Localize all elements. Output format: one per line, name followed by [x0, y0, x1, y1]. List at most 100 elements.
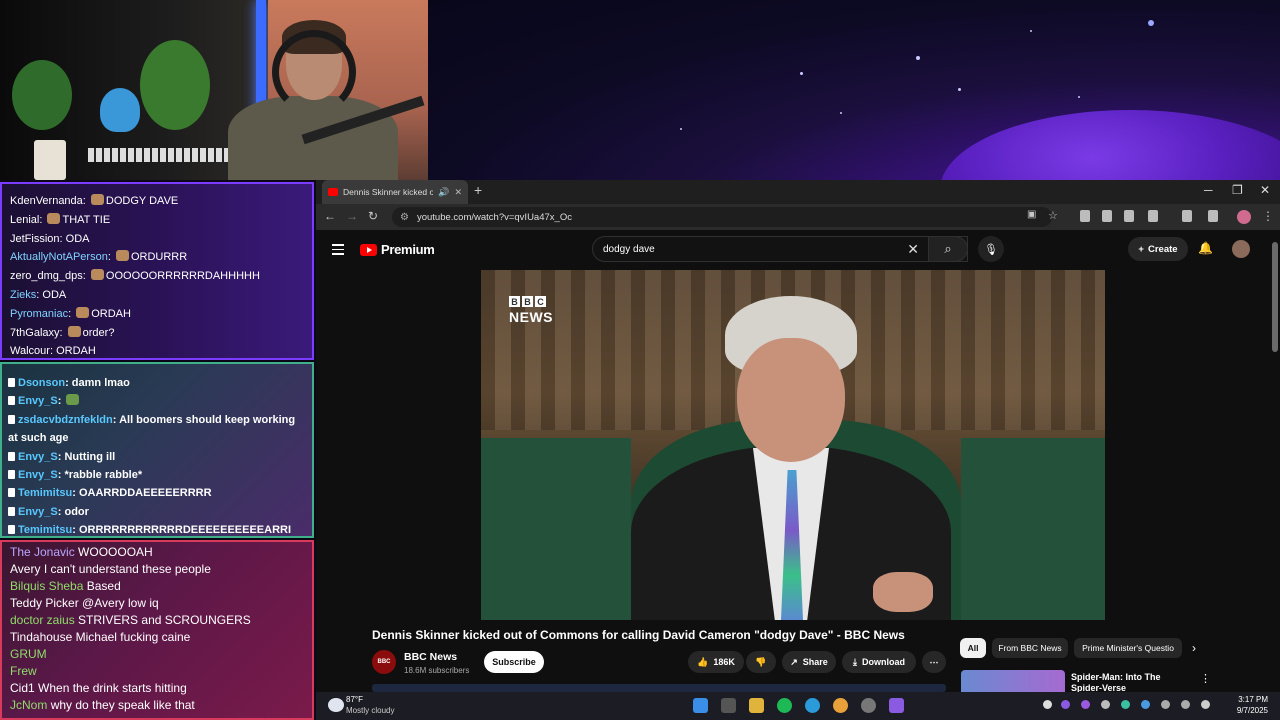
- extension-icon[interactable]: [1124, 210, 1134, 222]
- obs-icon[interactable]: [861, 698, 876, 713]
- clock-time[interactable]: 3:17 PM: [1238, 695, 1268, 704]
- profile-avatar[interactable]: [1237, 210, 1251, 224]
- tray-chevron-icon[interactable]: [1043, 700, 1052, 709]
- channel-avatar[interactable]: BBC: [372, 650, 396, 674]
- chat-username[interactable]: Frew: [10, 664, 37, 678]
- chat-username[interactable]: JcNom: [10, 698, 47, 712]
- twitch-tray-icon[interactable]: [1061, 700, 1070, 709]
- dislike-button[interactable]: 👎: [746, 651, 776, 673]
- clock-date[interactable]: 9/7/2025: [1237, 706, 1268, 715]
- chip-from-bbc-news[interactable]: From BBC News: [992, 638, 1068, 658]
- weather-cloud-icon[interactable]: [328, 698, 344, 712]
- notifications-bell-icon[interactable]: 🔔: [1198, 241, 1213, 255]
- spotify-icon[interactable]: [777, 698, 792, 713]
- chip-pmq[interactable]: Prime Minister's Questio: [1074, 638, 1182, 658]
- chat-username[interactable]: Pyromaniac: [10, 308, 68, 320]
- maximize-icon[interactable]: ❐: [1232, 183, 1243, 197]
- extensions-puzzle-icon[interactable]: [1148, 210, 1158, 222]
- chat-separator: :: [72, 487, 79, 500]
- chat-username[interactable]: Envy_S: [18, 395, 58, 407]
- hamburger-menu-icon[interactable]: [332, 244, 344, 258]
- steam-tray-icon[interactable]: [1101, 700, 1110, 709]
- tray-icon[interactable]: [1081, 700, 1090, 709]
- site-info-icon[interactable]: ⚙: [400, 212, 409, 223]
- chrome-icon[interactable]: [833, 698, 848, 713]
- tray-icon[interactable]: [1141, 700, 1150, 709]
- voice-search-button[interactable]: 🎙: [978, 236, 1004, 262]
- weather-summary[interactable]: Mostly cloudy: [346, 706, 394, 715]
- chat-username[interactable]: doctor zaius: [10, 613, 75, 627]
- weather-temp[interactable]: 87°F: [346, 695, 363, 704]
- video-player[interactable]: BBC NEWS: [481, 270, 1105, 620]
- start-windows-icon[interactable]: [693, 698, 708, 713]
- chat-username[interactable]: zero_dmg_dps: [10, 270, 83, 282]
- close-window-icon[interactable]: ✕: [1260, 183, 1270, 197]
- chat-username[interactable]: Envy_S: [18, 469, 58, 481]
- chat-username[interactable]: Tindahouse: [10, 630, 72, 644]
- chat-username[interactable]: KdenVernanda: [10, 195, 83, 207]
- url-field[interactable]: ⚙ youtube.com/watch?v=qvIUa47x_Oc: [392, 207, 1052, 227]
- chat-username[interactable]: Temimitsu: [18, 487, 72, 499]
- description-box[interactable]: [372, 684, 946, 692]
- chat-username[interactable]: Bilquis Sheba: [10, 579, 83, 593]
- chat-username[interactable]: zsdacvbdznfekldn: [18, 414, 113, 426]
- extension-icon[interactable]: [1080, 210, 1090, 222]
- task-view-icon[interactable]: [721, 698, 736, 713]
- chip-all[interactable]: All: [960, 638, 986, 658]
- menu-kebab-icon[interactable]: ⋮: [1200, 672, 1211, 685]
- chat-username[interactable]: Zieks: [10, 289, 36, 301]
- tray-icon[interactable]: [1121, 700, 1130, 709]
- chat-username[interactable]: Temimitsu: [18, 524, 72, 536]
- user-avatar[interactable]: [1232, 240, 1250, 258]
- channel-name[interactable]: BBC News: [404, 651, 457, 663]
- speaker-icon[interactable]: 🔊: [438, 187, 449, 198]
- chat-username[interactable]: JetFission: [10, 233, 60, 245]
- chat-username[interactable]: Dsonson: [18, 377, 65, 389]
- subscribe-button[interactable]: Subscribe: [484, 651, 544, 673]
- tray-icon[interactable]: [1161, 700, 1170, 709]
- chat-username[interactable]: Envy_S: [18, 451, 58, 463]
- file-explorer-icon[interactable]: [749, 698, 764, 713]
- wifi-icon[interactable]: [1181, 700, 1190, 709]
- new-tab-icon[interactable]: +: [474, 182, 482, 198]
- recommended-thumbnail[interactable]: [961, 670, 1065, 692]
- app-icon[interactable]: [889, 698, 904, 713]
- chat-username[interactable]: Walcour: [10, 345, 50, 357]
- youtube-logo[interactable]: Premium: [360, 242, 435, 257]
- download-button[interactable]: ⤓ Download: [842, 651, 916, 673]
- recommended-title[interactable]: Spider-Man: Into The Spider-Verse: [1071, 672, 1191, 692]
- bookmark-star-icon[interactable]: ☆: [1048, 209, 1058, 222]
- install-icon[interactable]: ▣: [1027, 209, 1036, 220]
- search-button[interactable]: ⌕: [928, 236, 968, 262]
- sidepanel-icon[interactable]: [1182, 210, 1192, 222]
- webcam-feed: [0, 0, 428, 180]
- chat-username[interactable]: Envy_S: [18, 506, 58, 518]
- forward-icon[interactable]: →: [346, 209, 358, 223]
- back-icon[interactable]: ←: [324, 209, 336, 223]
- chat-username[interactable]: Avery: [10, 562, 40, 576]
- chat-username[interactable]: 7thGalaxy: [10, 327, 60, 339]
- chat-username[interactable]: GRUM: [10, 647, 47, 661]
- clear-search-icon[interactable]: ✕: [907, 241, 919, 258]
- create-button[interactable]: + Create: [1128, 237, 1188, 261]
- chat-username[interactable]: The Jonavic: [10, 545, 75, 559]
- share-button[interactable]: ↗ Share: [782, 651, 836, 673]
- menu-kebab-icon[interactable]: ⋮: [1262, 209, 1274, 223]
- volume-icon[interactable]: [1201, 700, 1210, 709]
- scrollbar[interactable]: [1272, 242, 1278, 352]
- minimize-icon[interactable]: ─: [1204, 183, 1213, 197]
- chevron-right-icon[interactable]: ›: [1192, 641, 1196, 655]
- chat-username[interactable]: Cid1: [10, 681, 35, 695]
- reload-icon[interactable]: ↻: [368, 209, 378, 223]
- like-button[interactable]: 👍 186K: [688, 651, 744, 673]
- browser-tab[interactable]: Dennis Skinner kicked out of 🔊 ✕: [322, 180, 468, 204]
- chat-username[interactable]: Teddy Picker: [10, 596, 79, 610]
- media-icon[interactable]: [1208, 210, 1218, 222]
- extension-icon[interactable]: [1102, 210, 1112, 222]
- edge-icon[interactable]: [805, 698, 820, 713]
- search-input[interactable]: dodgy dave ✕: [592, 236, 968, 262]
- chat-username[interactable]: Lenial: [10, 214, 39, 226]
- more-actions-button[interactable]: ⋯: [922, 651, 946, 673]
- close-tab-icon[interactable]: ✕: [454, 187, 462, 198]
- chat-username[interactable]: AktuallyNotAPerson: [10, 251, 108, 263]
